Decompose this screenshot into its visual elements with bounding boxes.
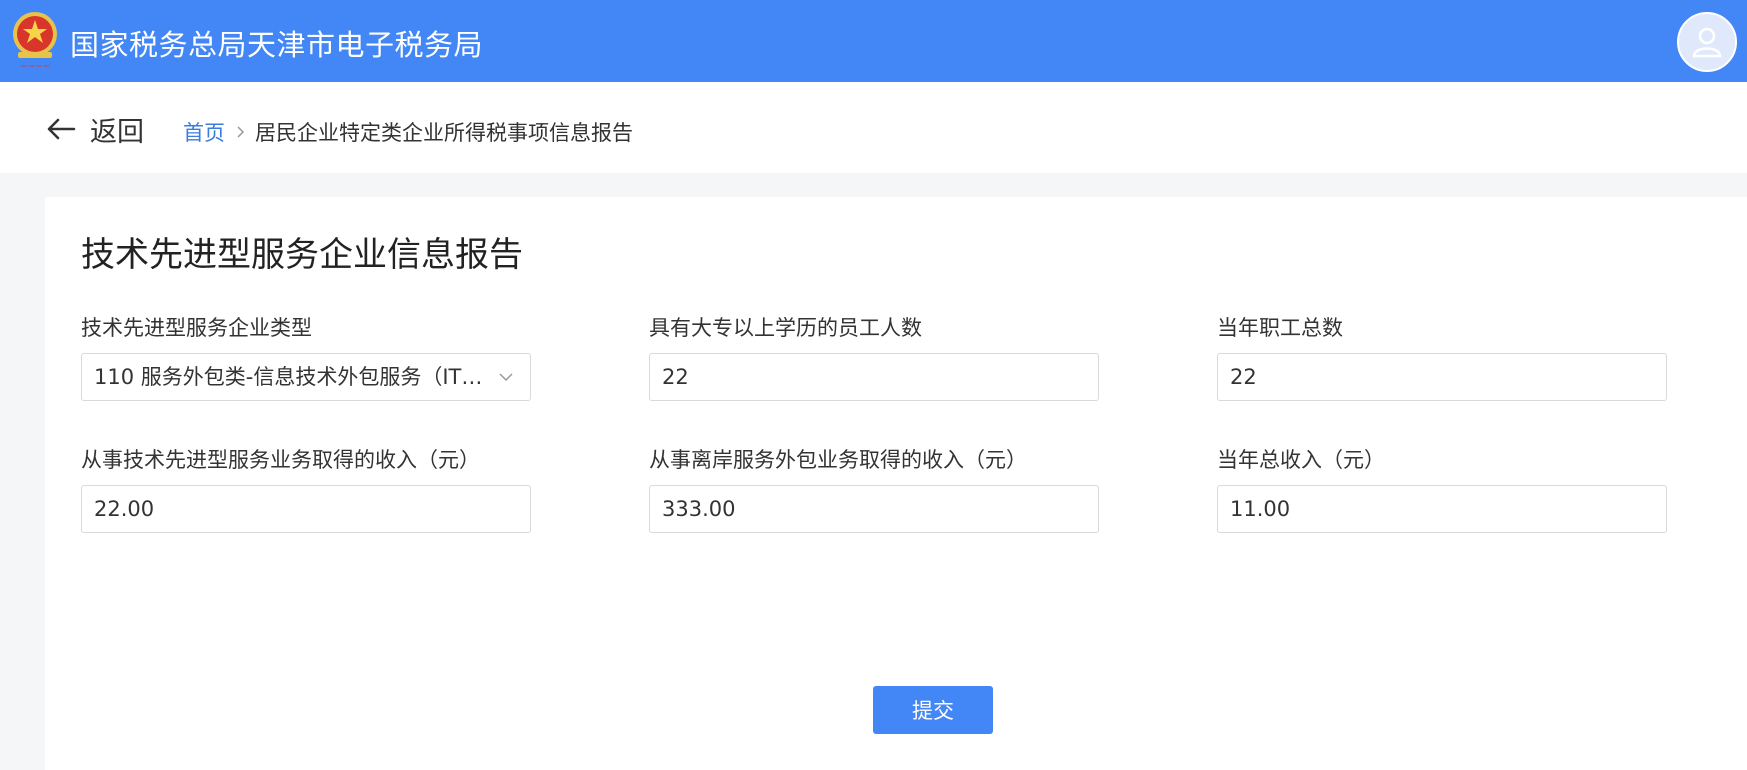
breadcrumb-current: 居民企业特定类企业所得税事项信息报告 (255, 121, 633, 145)
back-button[interactable]: 返回 (46, 112, 144, 148)
chevron-down-icon (499, 373, 513, 382)
tax-emblem-icon: ~~~~ (10, 10, 60, 72)
field-label: 从事离岸服务外包业务取得的收入（元） (649, 448, 1027, 472)
field-college-staff: 具有大专以上学历的员工人数 22 (649, 313, 1099, 401)
field-label: 当年总收入（元） (1217, 448, 1385, 472)
college-staff-input[interactable]: 22 (649, 353, 1099, 401)
field-enterprise-type: 技术先进型服务企业类型 110 服务外包类-信息技术外包服务（IT ... (81, 313, 531, 401)
total-staff-input[interactable]: 22 (1217, 353, 1667, 401)
field-total-staff: 当年职工总数 22 (1217, 313, 1667, 401)
field-label: 具有大专以上学历的员工人数 (649, 316, 922, 340)
offshore-income-input[interactable]: 333.00 (649, 485, 1099, 533)
field-offshore-income: 从事离岸服务外包业务取得的收入（元） 333.00 (649, 445, 1099, 533)
field-label: 技术先进型服务企业类型 (81, 316, 312, 340)
back-label: 返回 (90, 116, 144, 148)
user-avatar[interactable] (1677, 12, 1737, 72)
chevron-right-icon (237, 126, 245, 138)
top-header: ~~~~ 国家税务总局天津市电子税务局 (0, 0, 1747, 82)
total-income-input[interactable]: 11.00 (1217, 485, 1667, 533)
field-total-income: 当年总收入（元） 11.00 (1217, 445, 1667, 533)
field-label: 从事技术先进型服务业务取得的收入（元） (81, 448, 480, 472)
navigation-bar: 返回 首页 居民企业特定类企业所得税事项信息报告 (0, 82, 1747, 173)
enterprise-type-select[interactable]: 110 服务外包类-信息技术外包服务（IT ... (81, 353, 531, 401)
arrow-left-icon (47, 118, 76, 140)
page-title: 技术先进型服务企业信息报告 (81, 235, 523, 275)
field-label: 当年职工总数 (1217, 316, 1343, 340)
breadcrumb: 首页 居民企业特定类企业所得税事项信息报告 (183, 117, 633, 147)
site-title: 国家税务总局天津市电子税务局 (70, 28, 484, 62)
form-card: 技术先进型服务企业信息报告 技术先进型服务企业类型 110 服务外包类-信息技术… (45, 197, 1747, 770)
select-value: 110 服务外包类-信息技术外包服务（IT ... (94, 365, 486, 389)
submit-button[interactable]: 提交 (873, 686, 993, 734)
user-icon (1692, 27, 1722, 58)
advanced-service-income-input[interactable]: 22.00 (81, 485, 531, 533)
breadcrumb-home-link[interactable]: 首页 (183, 117, 225, 147)
field-advanced-service-income: 从事技术先进型服务业务取得的收入（元） 22.00 (81, 445, 531, 533)
svg-text:~~~~: ~~~~ (20, 62, 50, 72)
